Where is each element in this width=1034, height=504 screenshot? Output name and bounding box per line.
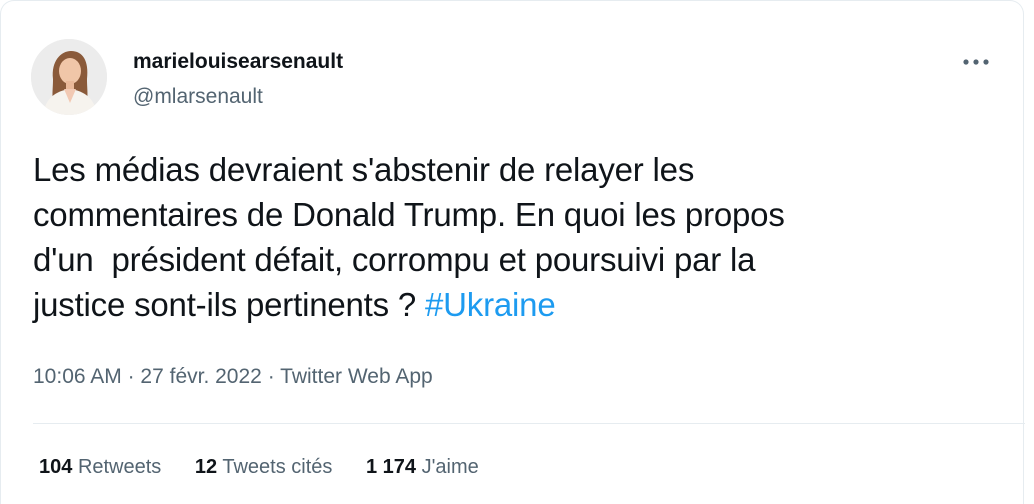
retweets-label: Retweets	[77, 456, 162, 478]
tweet-text-last-line: justice sont-ils pertinents ? #Ukraine	[33, 282, 993, 327]
retweets-count: 104	[39, 456, 73, 478]
more-options-button[interactable]	[953, 45, 999, 79]
tweet-text: Les médias devraient s'abstenir de relay…	[33, 147, 993, 327]
tweet-source-link[interactable]: Twitter Web App	[280, 365, 433, 388]
likes-label: J'aime	[421, 456, 479, 478]
tweet-metadata: 10:06 AM · 27 févr. 2022 · Twitter Web A…	[33, 363, 433, 391]
tweet-text-line: d'un président défait, corrompu et pours…	[33, 241, 756, 278]
more-horizontal-icon	[963, 59, 989, 65]
quote-tweets-count: 12	[194, 456, 218, 478]
retweets-stat[interactable]: 104 Retweets	[39, 453, 161, 481]
tweet-text-line: commentaires de Donald Trump. En quoi le…	[33, 196, 785, 233]
tweet-card: marielouisearsenault @mlarsenault Les mé…	[0, 0, 1025, 504]
likes-count: 1 174	[365, 456, 416, 478]
likes-stat[interactable]: 1 174 J'aime	[366, 453, 479, 481]
author-display-name[interactable]: marielouisearsenault	[133, 49, 343, 75]
tweet-stats: 104 Retweets 12 Tweets cités 1 174 J'aim…	[39, 453, 507, 481]
tweet-text-fragment: justice sont-ils pertinents ?	[33, 286, 426, 323]
meta-separator: ·	[127, 365, 135, 388]
avatar[interactable]	[31, 39, 107, 115]
author-handle[interactable]: @mlarsenault	[133, 84, 263, 110]
quote-tweets-label: Tweets cités	[222, 456, 333, 478]
hashtag-link[interactable]: #Ukraine	[425, 286, 556, 323]
tweet-date-link[interactable]: 27 févr. 2022	[140, 365, 261, 388]
user-avatar-icon	[31, 39, 107, 115]
divider	[33, 423, 1025, 424]
quote-tweets-stat[interactable]: 12 Tweets cités	[195, 453, 333, 481]
tweet-time-link[interactable]: 10:06 AM	[33, 365, 122, 388]
meta-separator: ·	[267, 365, 275, 388]
tweet-text-line: Les médias devraient s'abstenir de relay…	[33, 151, 695, 188]
